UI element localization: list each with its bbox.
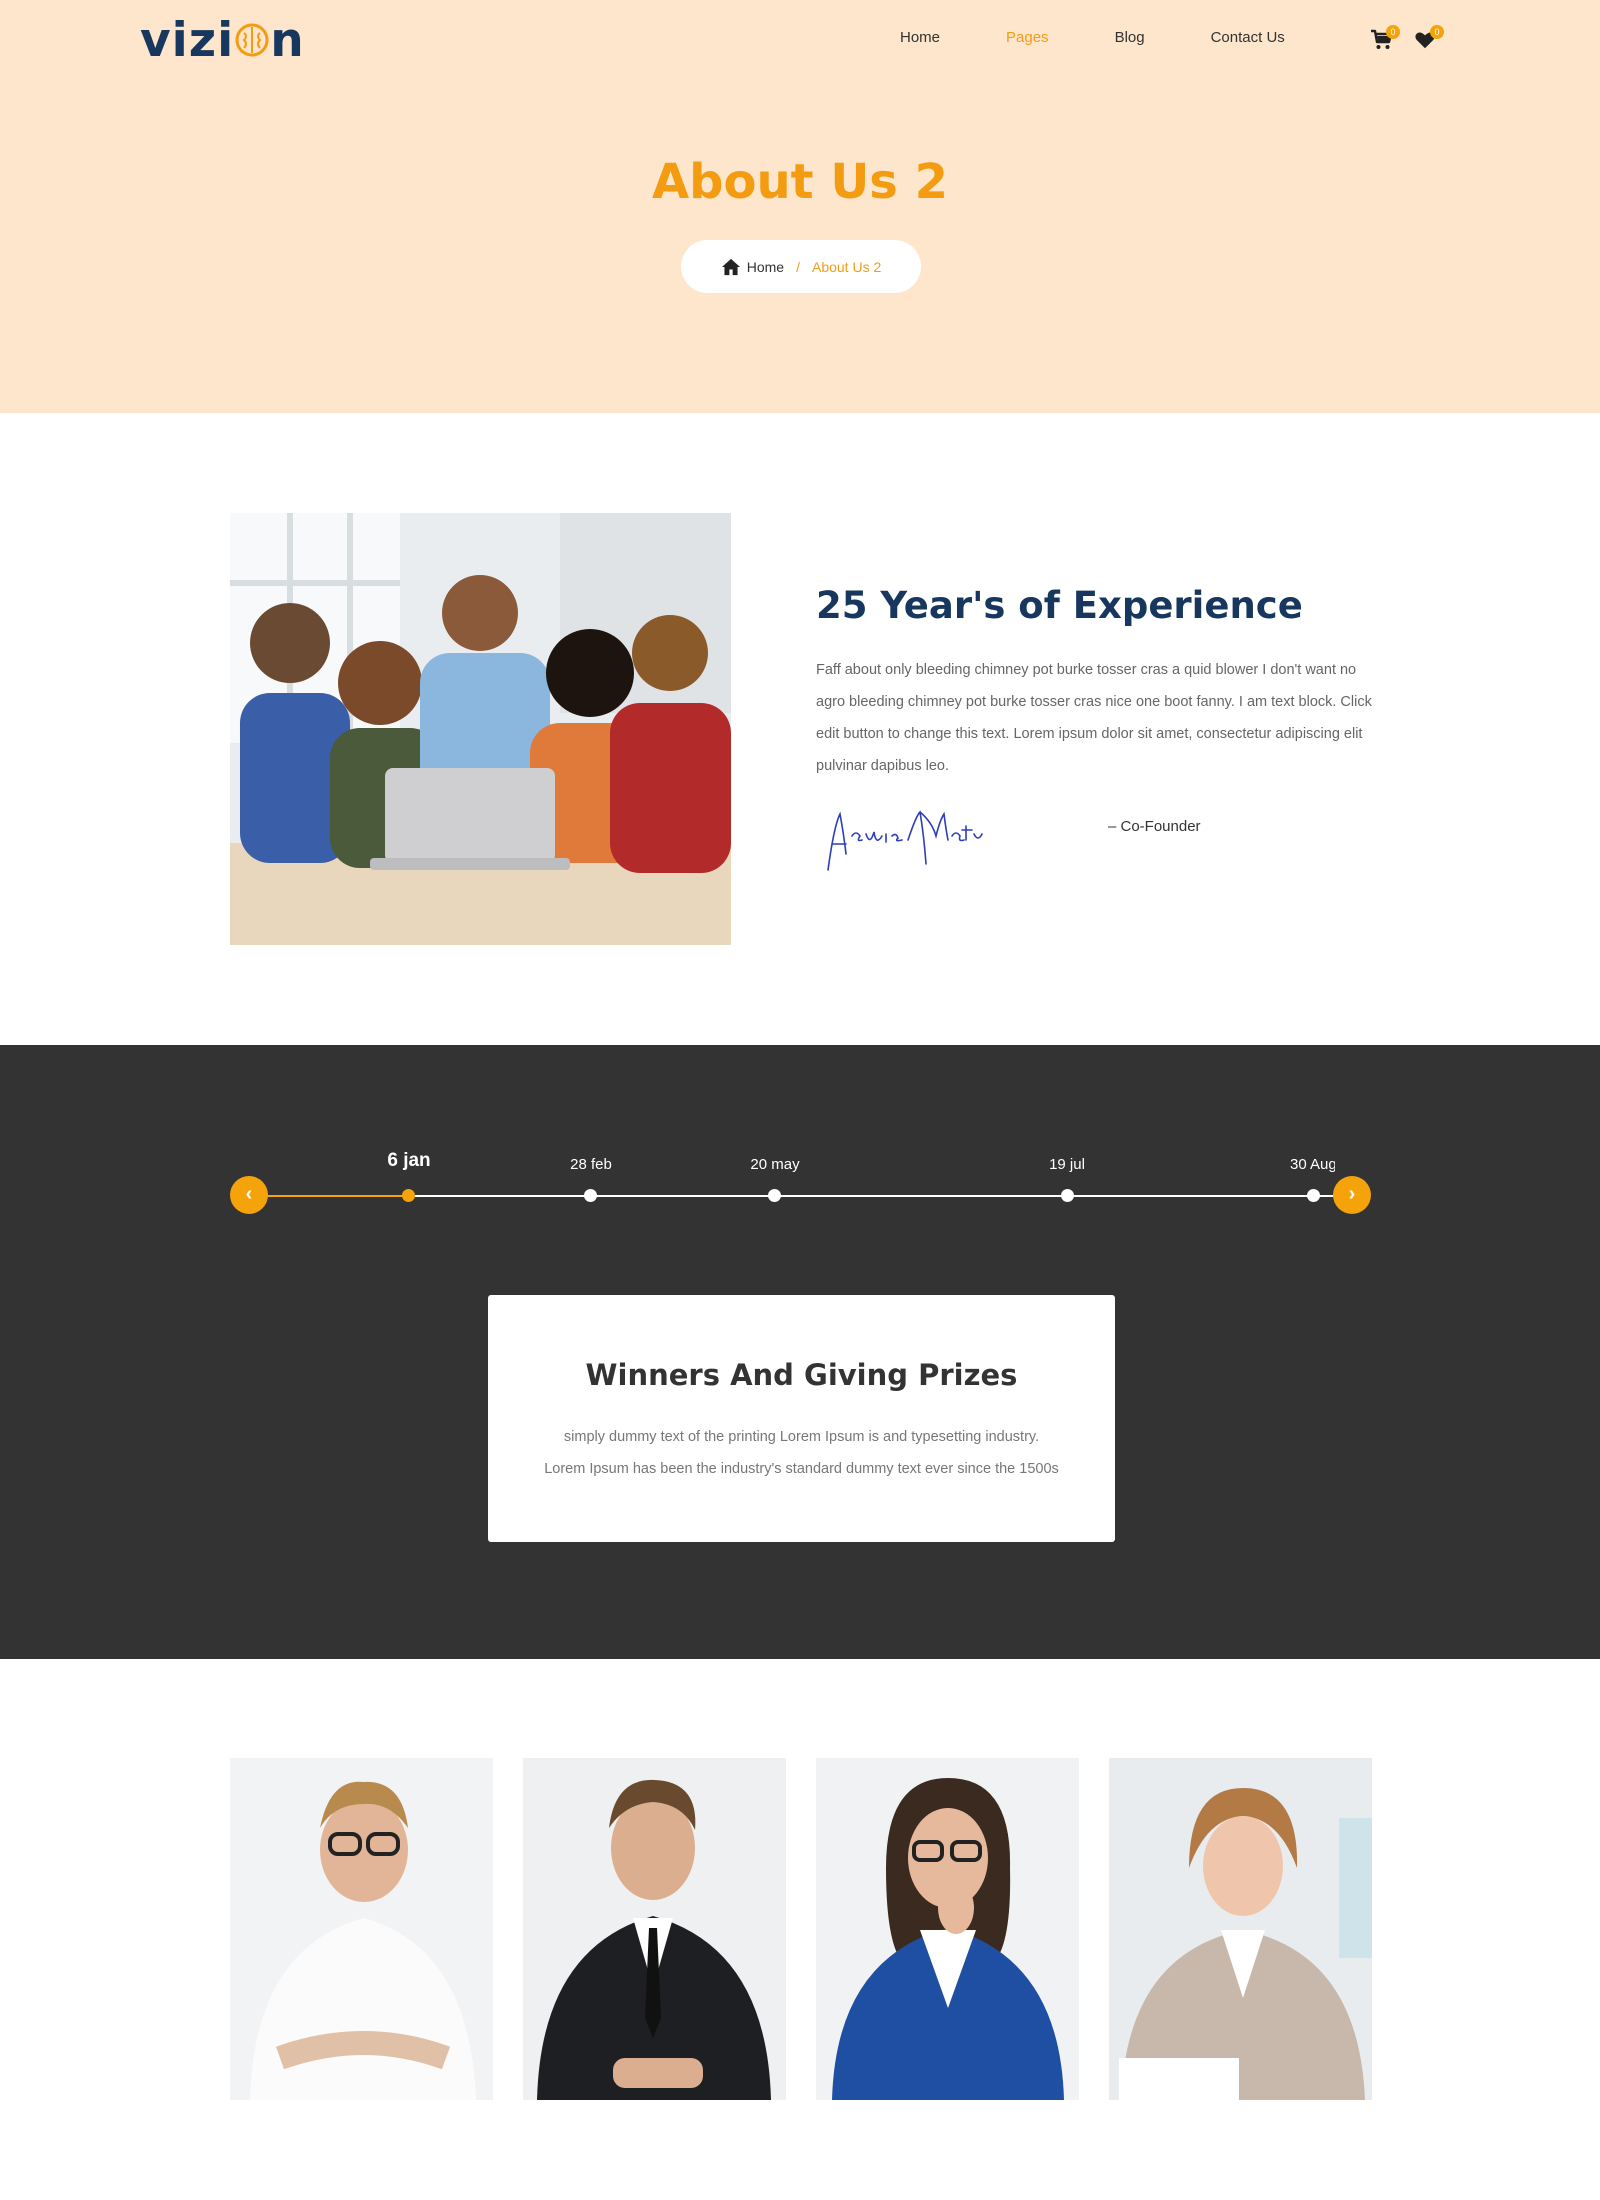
site-logo[interactable]: vizi n: [140, 13, 305, 68]
team-member-photo-3[interactable]: [816, 1758, 1079, 2100]
timeline-date-3[interactable]: 20 may: [750, 1156, 799, 1173]
timeline-dot-2[interactable]: [584, 1189, 597, 1202]
timeline-progress: [248, 1195, 410, 1197]
event-title: Winners And Giving Prizes: [585, 1358, 1018, 1392]
team-meeting-photo: [230, 513, 731, 945]
home-icon: [721, 258, 740, 275]
header-actions: 0 0: [1370, 22, 1444, 50]
timeline-event-card: Winners And Giving Prizes simply dummy t…: [488, 1295, 1115, 1542]
event-description: simply dummy text of the printing Lorem …: [488, 1421, 1115, 1485]
cart-button[interactable]: 0: [1370, 22, 1400, 50]
chevron-left-icon: ‹: [245, 1183, 253, 1205]
main-nav: Home Pages Blog Contact Us: [900, 22, 1351, 52]
experience-text: Faff about only bleeding chimney pot bur…: [816, 662, 1372, 774]
nav-blog[interactable]: Blog: [1115, 29, 1145, 46]
timeline-date-5-clip: 30 Aug: [1240, 1140, 1335, 1180]
cofounder-role: – Co-Founder: [1108, 818, 1201, 835]
page-header: vizi n Home Pages Blog Contact Us 0 0 Ab…: [0, 0, 1600, 413]
wishlist-count-badge: 0: [1430, 25, 1444, 39]
nav-contact-us[interactable]: Contact Us: [1211, 29, 1285, 46]
page-title: About Us 2: [652, 154, 948, 210]
breadcrumb-current: About Us 2: [811, 258, 882, 275]
team-member-photo-2[interactable]: [523, 1758, 786, 2100]
brain-icon: [235, 23, 269, 57]
breadcrumb: Home / About Us 2: [681, 240, 921, 293]
timeline-dot-4[interactable]: [1061, 1189, 1074, 1202]
timeline-dot-1[interactable]: [402, 1189, 415, 1202]
team-member-photo-4[interactable]: [1109, 1758, 1372, 2100]
nav-pages[interactable]: Pages: [1006, 29, 1049, 46]
timeline-date-2[interactable]: 28 feb: [570, 1156, 612, 1173]
timeline-date-1[interactable]: 6 jan: [387, 1150, 430, 1172]
timeline-date-5[interactable]: 30 Aug: [1290, 1156, 1335, 1173]
timeline-next-button[interactable]: ›: [1333, 1176, 1371, 1214]
timeline-date-4[interactable]: 19 jul: [1049, 1156, 1085, 1173]
timeline-dot-3[interactable]: [768, 1189, 781, 1202]
timeline-prev-button[interactable]: ‹: [230, 1176, 268, 1214]
breadcrumb-home-link[interactable]: Home: [747, 259, 784, 275]
experience-title: 25 Year's of Experience: [816, 584, 1303, 627]
chevron-right-icon: ›: [1348, 1183, 1356, 1205]
team-member-photo-1[interactable]: [230, 1758, 493, 2100]
cart-count-badge: 0: [1386, 25, 1400, 39]
breadcrumb-separator: /: [796, 258, 800, 275]
wishlist-button[interactable]: 0: [1414, 22, 1444, 50]
signature-image: [827, 810, 983, 871]
event-description-line-1: simply dummy text of the printing Lorem …: [563, 1429, 1040, 1445]
timeline-dot-5[interactable]: [1307, 1189, 1320, 1202]
nav-home[interactable]: Home: [900, 29, 940, 46]
event-description-line-2: Lorem Ipsum has been the industry's stan…: [544, 1461, 1059, 1477]
